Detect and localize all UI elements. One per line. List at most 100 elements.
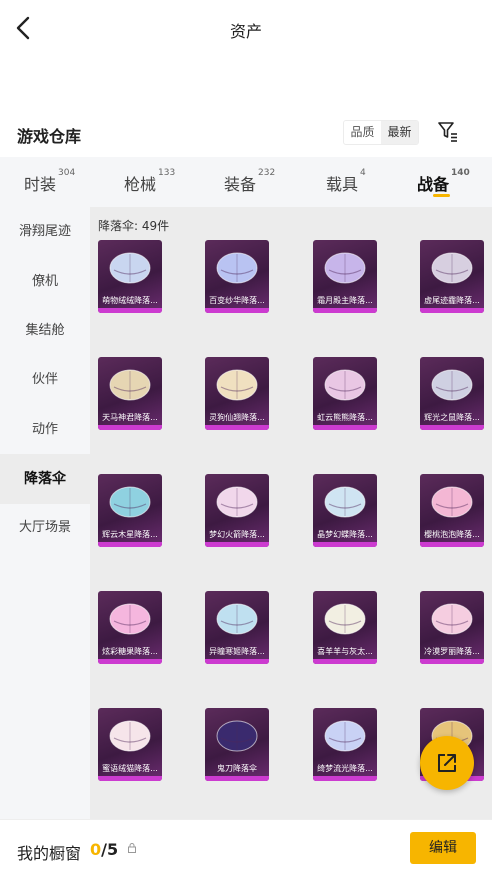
item-card[interactable]: 梦幻火箭降落... bbox=[205, 474, 269, 547]
section-title: 游戏仓库 bbox=[17, 127, 82, 146]
tab-equipment[interactable]: 装备232 bbox=[224, 168, 276, 195]
tab-vehicles[interactable]: 载具4 bbox=[326, 168, 366, 195]
sidebar-item-companion[interactable]: 伙伴 bbox=[0, 355, 90, 405]
item-name: 蜜语绒猫降落... bbox=[102, 764, 158, 773]
parachute-icon bbox=[324, 603, 366, 635]
item-grid: 降落伞: 49件 萌物绒绒降落... 百变纱华降落... 霜月殿主降落... 虚尾迹霾… bbox=[90, 207, 492, 819]
item-name: 辉光之鼠降落... bbox=[424, 413, 480, 422]
item-card[interactable]: 百变纱华降落... bbox=[205, 240, 269, 313]
item-card[interactable]: 霜月殿主降落... bbox=[313, 240, 377, 313]
item-name: 百变纱华降落... bbox=[209, 296, 265, 305]
lock-icon bbox=[128, 843, 136, 853]
parachute-icon bbox=[109, 369, 151, 401]
tab-count: 232 bbox=[258, 168, 276, 178]
showcase-label: 我的橱窗 bbox=[17, 844, 82, 863]
parachute-icon bbox=[216, 369, 258, 401]
tab-weapons[interactable]: 枪械133 bbox=[124, 168, 176, 195]
parachute-icon bbox=[109, 252, 151, 284]
screen: 资产 游戏仓库 品质 最新 时装304 枪械133 装备232 载具4 战备14… bbox=[0, 0, 492, 876]
category-tabs: 时装304 枪械133 装备232 载具4 战备140 bbox=[0, 157, 492, 207]
sidebar-item-glide-trail[interactable]: 滑翔尾迹 bbox=[0, 207, 90, 257]
tab-label: 枪械 bbox=[124, 175, 157, 194]
item-card[interactable]: 辉云木星降落... bbox=[98, 474, 162, 547]
item-card[interactable]: 异瞳寒姬降落... bbox=[205, 591, 269, 664]
external-link-icon bbox=[438, 754, 456, 772]
item-name: 绮梦流光降落... bbox=[317, 764, 373, 773]
item-card[interactable]: 虚尾迹霾降落... bbox=[420, 240, 484, 313]
item-name: 梦幻火箭降落... bbox=[209, 530, 265, 539]
item-card[interactable]: 灵狗仙翘降落... bbox=[205, 357, 269, 430]
item-card[interactable]: 辉光之鼠降落... bbox=[420, 357, 484, 430]
item-card[interactable]: 鬼刀降落伞 bbox=[205, 708, 269, 781]
sidebar: 滑翔尾迹 僚机 集结舱 伙伴 动作 降落伞 大厅场景 bbox=[0, 207, 90, 819]
sidebar-item-wingman[interactable]: 僚机 bbox=[0, 257, 90, 307]
item-name: 晶梦幻蝶降落... bbox=[317, 530, 373, 539]
tab-count: 133 bbox=[158, 168, 176, 178]
item-card[interactable]: 萌物绒绒降落... bbox=[98, 240, 162, 313]
page-title: 资产 bbox=[229, 22, 262, 41]
item-card[interactable]: 樱桃泡泡降落... bbox=[420, 474, 484, 547]
item-count-label: 降落伞: 49件 bbox=[98, 219, 170, 233]
share-fab[interactable] bbox=[420, 736, 474, 790]
tab-label: 战备 bbox=[417, 175, 450, 194]
parachute-icon bbox=[109, 720, 151, 752]
edit-button[interactable]: 编辑 bbox=[410, 832, 476, 864]
parachute-icon bbox=[216, 486, 258, 518]
parachute-icon bbox=[109, 603, 151, 635]
item-name: 樱桃泡泡降落... bbox=[424, 530, 480, 539]
active-tab-indicator bbox=[433, 194, 450, 197]
filter-icon bbox=[438, 122, 457, 142]
item-name: 萌物绒绒降落... bbox=[102, 296, 158, 305]
item-card[interactable]: 天马神君降落... bbox=[98, 357, 162, 430]
showcase-current: 0 bbox=[90, 840, 102, 859]
item-name: 虹云熊熊降落... bbox=[317, 413, 373, 422]
item-name: 鬼刀降落伞 bbox=[217, 764, 257, 773]
item-name: 灵狗仙翘降落... bbox=[209, 413, 265, 422]
item-card[interactable]: 炫彩糖果降落... bbox=[98, 591, 162, 664]
item-name: 辉云木星降落... bbox=[102, 530, 158, 539]
tab-count: 4 bbox=[360, 168, 366, 178]
item-name: 霜月殿主降落... bbox=[317, 296, 373, 305]
sidebar-item-lobby-scene[interactable]: 大厅场景 bbox=[0, 503, 90, 553]
parachute-icon bbox=[109, 486, 151, 518]
bottom-bar: 我的橱窗 0/5 编辑 bbox=[0, 819, 492, 876]
filter-button[interactable] bbox=[436, 119, 460, 143]
tab-label: 载具 bbox=[326, 175, 359, 194]
parachute-icon bbox=[216, 720, 258, 752]
sidebar-item-parachute[interactable]: 降落伞 bbox=[0, 454, 90, 504]
sort-quality-option[interactable]: 品质 bbox=[344, 121, 381, 144]
sidebar-item-emote[interactable]: 动作 bbox=[0, 405, 90, 455]
item-name: 天马神君降落... bbox=[102, 413, 158, 422]
parachute-icon bbox=[216, 603, 258, 635]
item-name: 炫彩糖果降落... bbox=[102, 647, 158, 656]
top-bar: 资产 bbox=[0, 0, 492, 58]
item-name: 虚尾迹霾降落... bbox=[424, 296, 480, 305]
parachute-icon bbox=[431, 252, 473, 284]
sidebar-item-assembly-pod[interactable]: 集结舱 bbox=[0, 306, 90, 356]
tab-label: 装备 bbox=[224, 175, 257, 194]
tab-battle-gear[interactable]: 战备140 bbox=[417, 168, 470, 195]
parachute-icon bbox=[324, 252, 366, 284]
parachute-icon bbox=[324, 486, 366, 518]
item-card[interactable]: 喜羊羊与灰太... bbox=[313, 591, 377, 664]
parachute-icon bbox=[431, 603, 473, 635]
item-card[interactable]: 晶梦幻蝶降落... bbox=[313, 474, 377, 547]
tab-count: 140 bbox=[451, 168, 470, 178]
item-name: 冷漠罗丽降落... bbox=[424, 647, 480, 656]
parachute-icon bbox=[324, 369, 366, 401]
tab-count: 304 bbox=[58, 168, 76, 178]
tab-label: 时装 bbox=[24, 175, 57, 194]
showcase-count: 0/5 bbox=[90, 840, 118, 859]
item-card[interactable]: 蜜语绒猫降落... bbox=[98, 708, 162, 781]
parachute-icon bbox=[324, 720, 366, 752]
tab-fashion[interactable]: 时装304 bbox=[24, 168, 76, 195]
item-card[interactable]: 绮梦流光降落... bbox=[313, 708, 377, 781]
item-card[interactable]: 虹云熊熊降落... bbox=[313, 357, 377, 430]
showcase-total: /5 bbox=[101, 840, 119, 859]
parachute-icon bbox=[216, 252, 258, 284]
parachute-icon bbox=[431, 486, 473, 518]
sort-latest-option[interactable]: 最新 bbox=[381, 121, 418, 144]
item-name: 异瞳寒姬降落... bbox=[209, 647, 265, 656]
item-card[interactable]: 冷漠罗丽降落... bbox=[420, 591, 484, 664]
parachute-icon bbox=[431, 369, 473, 401]
